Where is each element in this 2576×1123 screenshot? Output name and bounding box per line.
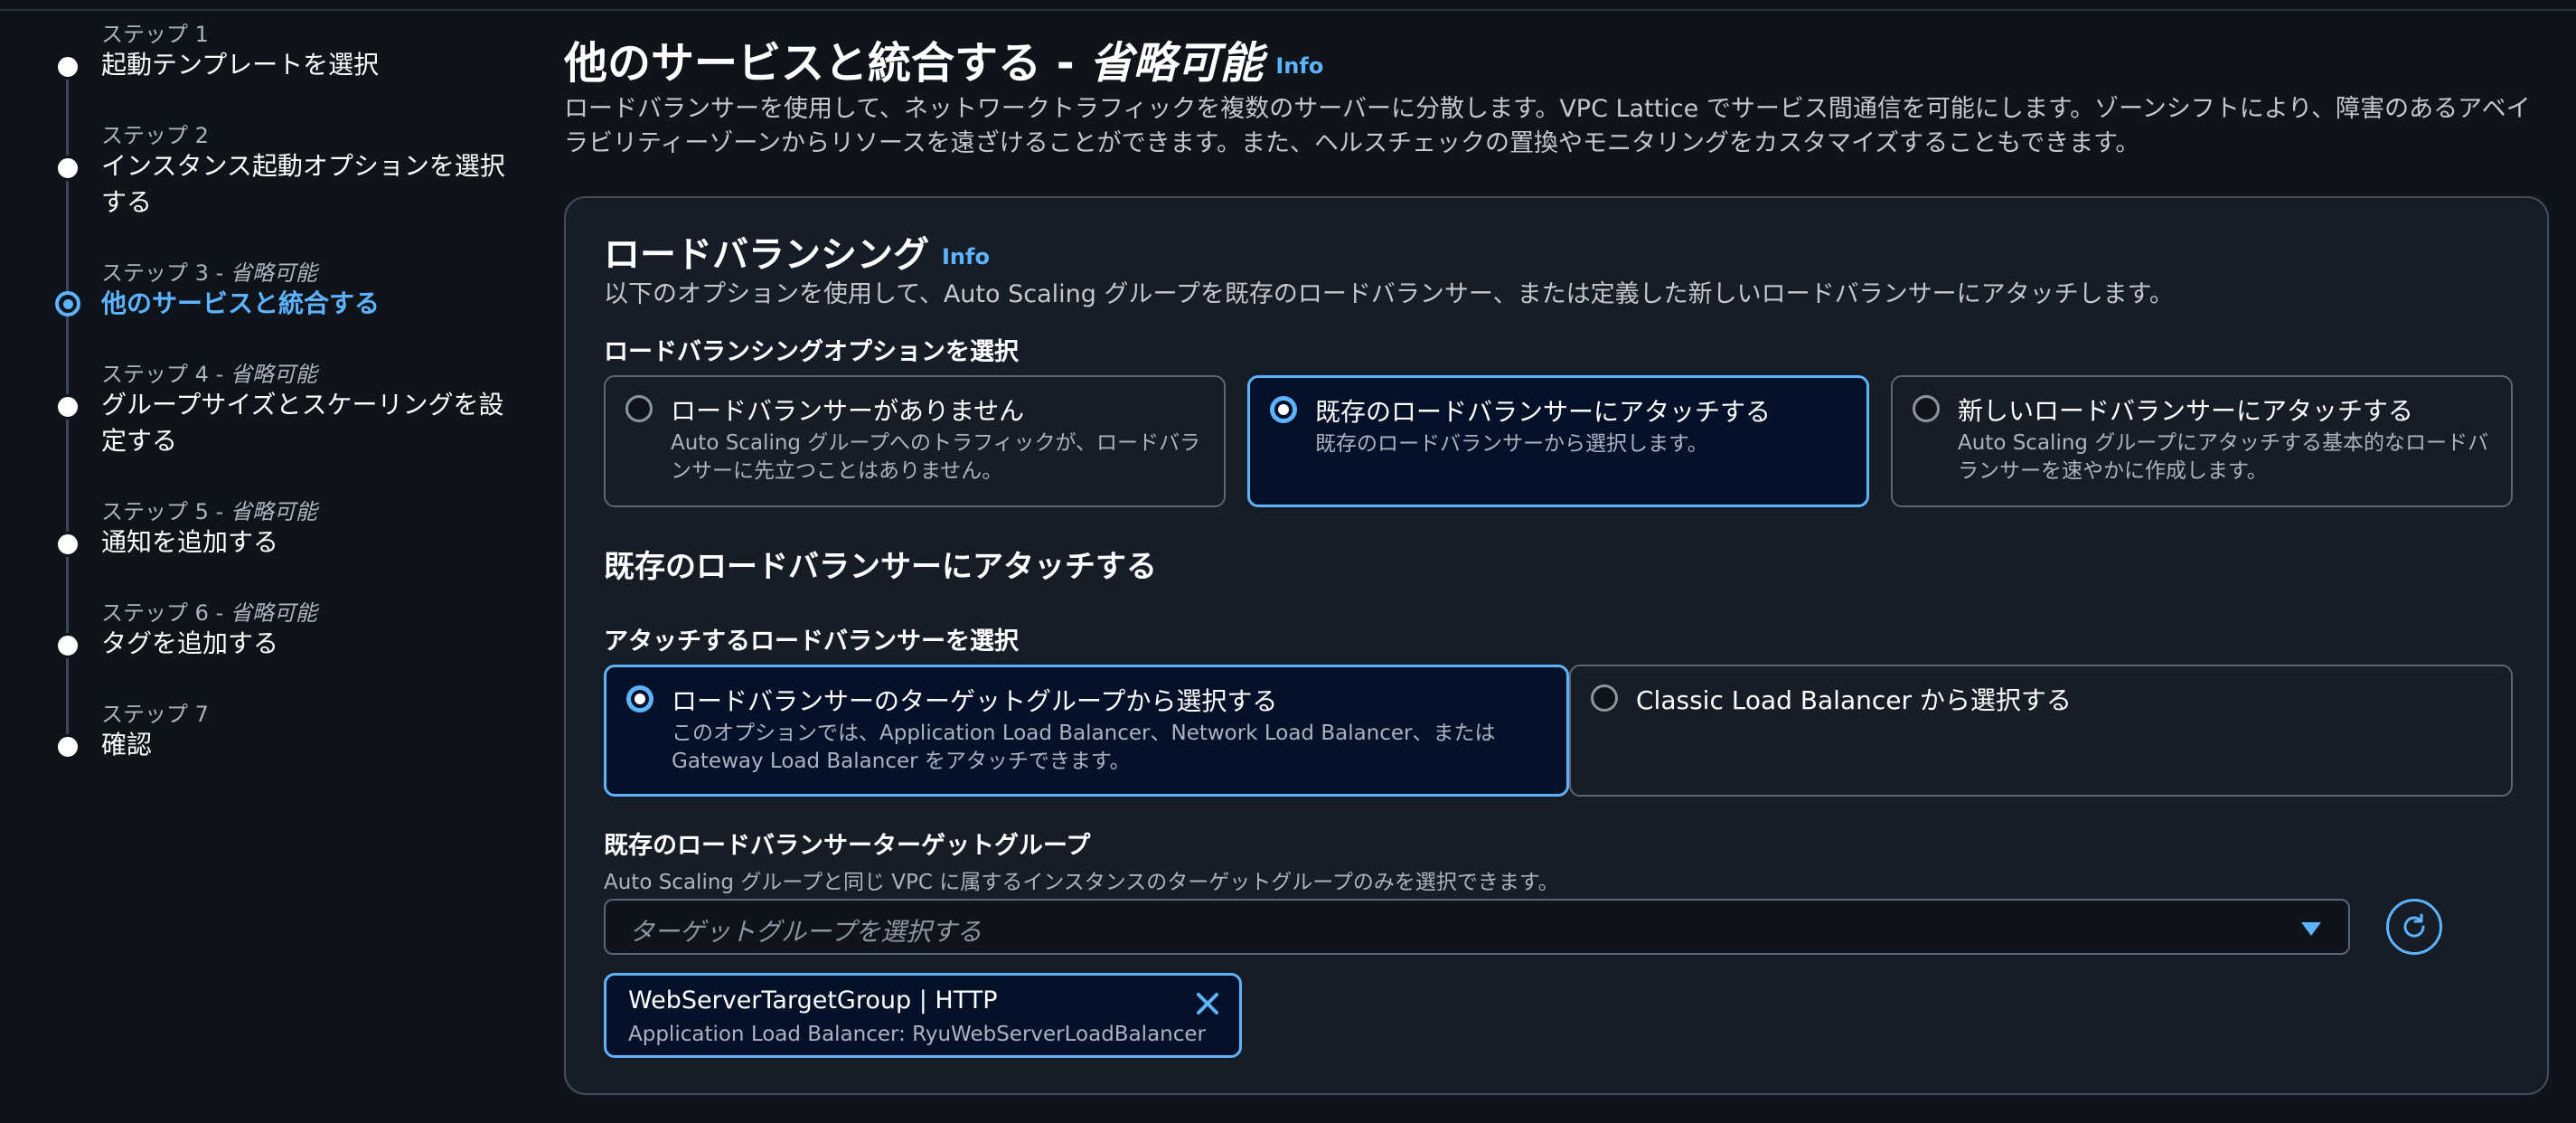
target-group-placeholder: ターゲットグループを選択する [629,917,982,947]
step-2-indicator [55,156,80,181]
step-1-title[interactable]: 起動テンプレートを選択 [101,47,517,83]
lb-options-label: ロードバランシングオプションを選択 [604,338,1019,366]
selected-target-group-token: WebServerTargetGroup | HTTP Application … [604,973,1242,1058]
attach-from-classic-lb[interactable]: Classic Load Balancer から選択する [1569,665,2513,797]
token-title: WebServerTargetGroup | HTTP [628,986,998,1014]
close-icon[interactable] [1192,988,1223,1019]
target-group-hint: Auto Scaling グループと同じ VPC に属するインスタンスのターゲッ… [604,871,1559,894]
step-5-number: ステップ 5 - 省略可能 [101,499,317,524]
lb-option-existing-desc: 既存のロードバランサーから選択します。 [1315,432,1708,456]
page-info-link[interactable]: Info [1275,53,1323,79]
attach-choose-label: アタッチするロードバランサーを選択 [604,628,1019,656]
caret-down-icon [2301,922,2321,936]
lb-option-new-title: 新しいロードバランサーにアタッチする [1958,396,2414,426]
lb-option-existing[interactable]: 既存のロードバランサーにアタッチする 既存のロードバランサーから選択します。 [1247,375,1869,507]
load-balancing-title: ロードバランシング Info [604,234,990,276]
wizard-steps-nav: ステップ 1 起動テンプレートを選択 ステップ 2 インスタンス起動オプションを… [0,0,524,1123]
attach-existing-title: 既存のロードバランサーにアタッチする [604,549,1157,585]
step-3-indicator [55,291,80,316]
step-7-title[interactable]: 確認 [101,727,517,763]
load-balancing-description: 以下のオプションを使用して、Auto Scaling グループを既存のロードバラ… [604,280,2174,308]
lb-option-existing-radio[interactable] [1270,396,1297,423]
lb-option-none-desc: Auto Scaling グループへのトラフィックが、ロードバランサーに先立つこ… [671,431,1201,483]
step-4-number: ステップ 4 - 省略可能 [101,362,317,387]
step-6-number: ステップ 6 - 省略可能 [101,600,317,626]
step-1-number: ステップ 1 [101,22,209,47]
step-5-indicator [55,532,80,557]
step-1-indicator [55,54,80,80]
page-description: ロードバランサーを使用して、ネットワークトラフィックを複数のサーバーに分散します… [564,95,2531,157]
lb-option-none[interactable]: ロードバランサーがありません Auto Scaling グループへのトラフィック… [604,375,1226,507]
step-4-indicator [55,394,80,420]
step-7-number: ステップ 7 [101,702,209,727]
target-group-label: 既存のロードバランサーターゲットグループ [604,832,1091,860]
attach-from-target-groups-radio[interactable] [626,685,653,712]
load-balancing-panel: ロードバランシング Info 以下のオプションを使用して、Auto Scaling… [564,196,2549,1095]
attach-from-target-groups-title: ロードバランサーのターゲットグループから選択する [672,686,1278,716]
step-2-number: ステップ 2 [101,123,209,148]
lb-option-none-radio[interactable] [625,395,653,422]
refresh-icon [2403,913,2425,938]
attach-from-classic-lb-title: Classic Load Balancer から選択する [1636,685,2072,715]
attach-from-target-groups[interactable]: ロードバランサーのターゲットグループから選択する このオプションでは、Appli… [604,665,1569,797]
lb-option-none-title: ロードバランサーがありません [671,396,1025,426]
lb-option-new-desc: Auto Scaling グループにアタッチする基本的なロードバランサーを速やか… [1958,431,2488,483]
refresh-button[interactable] [2386,899,2442,955]
target-group-select[interactable]: ターゲットグループを選択する [604,899,2350,955]
step-3-title[interactable]: 他のサービスと統合する [101,286,517,322]
lb-option-new[interactable]: 新しいロードバランサーにアタッチする Auto Scaling グループにアタッ… [1891,375,2513,507]
token-subtitle: Application Load Balancer: RyuWebServerL… [628,1023,1206,1046]
attach-from-classic-lb-radio[interactable] [1591,684,1618,712]
step-4-title[interactable]: グループサイズとスケーリングを設定する [101,387,517,459]
step-7-indicator [55,734,80,760]
step-2-title[interactable]: インスタンス起動オプションを選択する [101,148,517,221]
attach-from-target-groups-desc: このオプションでは、Application Load Balancer、Netw… [672,722,1496,773]
step-6-indicator [55,633,80,658]
page-title: 他のサービスと統合する - 省略可能 Info [564,38,1324,89]
step-6-title[interactable]: タグを追加する [101,626,517,662]
load-balancing-info-link[interactable]: Info [942,244,990,269]
lb-option-existing-title: 既存のロードバランサーにアタッチする [1315,397,1772,427]
step-3-number: ステップ 3 - 省略可能 [101,260,317,286]
step-5-title[interactable]: 通知を追加する [101,524,517,561]
lb-option-new-radio[interactable] [1913,395,1940,422]
